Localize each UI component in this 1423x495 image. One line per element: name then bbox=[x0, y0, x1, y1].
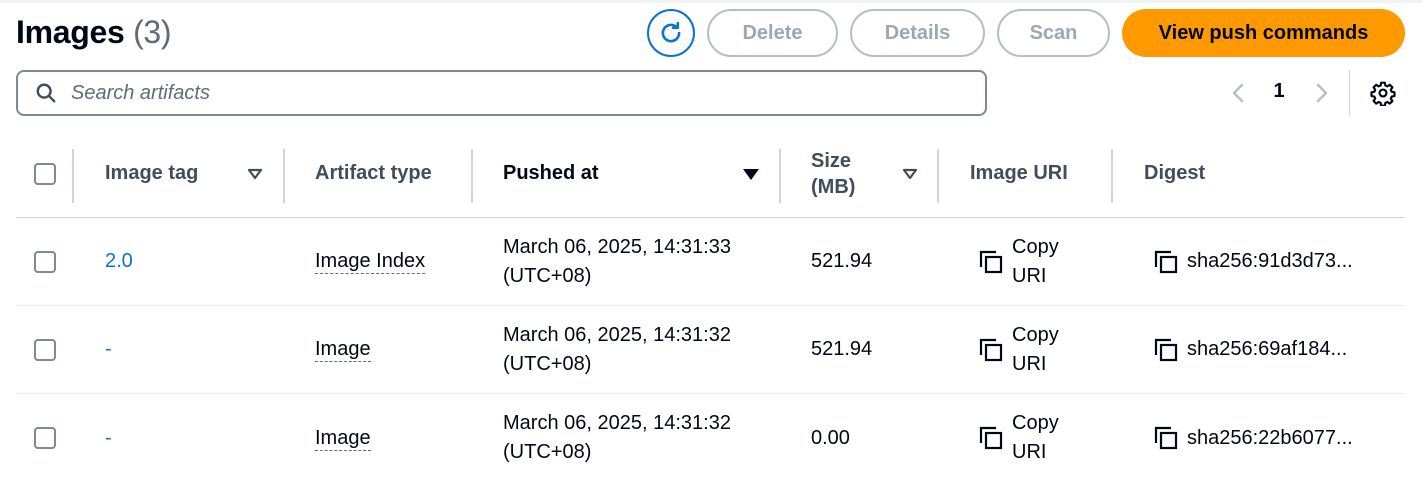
copy-digest-button[interactable]: sha256:91d3d73... bbox=[1153, 247, 1353, 276]
image-count: (3) bbox=[133, 14, 172, 50]
current-page[interactable]: 1 bbox=[1268, 80, 1290, 103]
column-header-image-tag[interactable]: Image tag bbox=[105, 130, 198, 217]
copy-icon bbox=[1154, 338, 1178, 361]
pushed-at-timezone: (UTC+08) bbox=[503, 352, 592, 375]
column-header-pushed-at[interactable]: Pushed at bbox=[503, 130, 599, 217]
copy-icon bbox=[1154, 426, 1178, 450]
column-separator[interactable] bbox=[72, 149, 74, 203]
view-push-commands-button[interactable]: View push commands bbox=[1122, 9, 1405, 57]
copy-uri-button[interactable]: Copy URI bbox=[978, 233, 1059, 291]
column-header-size[interactable]: Size (MB) bbox=[811, 130, 855, 217]
pushed-at-date: March 06, 2025, 14:31:33 bbox=[503, 235, 731, 258]
pushed-at-date: March 06, 2025, 14:31:32 bbox=[503, 323, 731, 346]
column-separator[interactable] bbox=[937, 149, 939, 203]
row-checkbox[interactable] bbox=[34, 427, 56, 449]
refresh-button[interactable] bbox=[647, 9, 695, 57]
copy-icon bbox=[1154, 250, 1178, 273]
images-table: Image tag Artifact type Pushed at Size (… bbox=[16, 130, 1405, 482]
column-header-artifact-type: Artifact type bbox=[315, 162, 432, 184]
sort-descending-icon[interactable] bbox=[742, 168, 760, 181]
artifact-type[interactable]: Image bbox=[315, 426, 371, 451]
select-all-cell bbox=[34, 130, 56, 217]
image-tag-link[interactable]: 2.0 bbox=[105, 218, 133, 305]
select-all-checkbox[interactable] bbox=[34, 162, 56, 185]
copy-icon bbox=[979, 426, 1003, 450]
row-checkbox[interactable] bbox=[34, 250, 56, 273]
copy-uri-button[interactable]: Copy URI bbox=[978, 409, 1059, 467]
search-box[interactable] bbox=[16, 70, 987, 116]
pushed-at-date: March 06, 2025, 14:31:32 bbox=[503, 412, 731, 434]
details-button[interactable]: Details bbox=[850, 9, 985, 57]
copy-uri-label-2: URI bbox=[1012, 264, 1047, 287]
copy-digest-button[interactable]: sha256:69af184... bbox=[1153, 335, 1347, 364]
top-border bbox=[0, 0, 1423, 3]
search-input[interactable] bbox=[71, 81, 951, 105]
copy-icon bbox=[979, 338, 1003, 361]
chevron-left-icon[interactable] bbox=[1228, 82, 1248, 104]
copy-icon bbox=[979, 250, 1003, 273]
column-header-image-uri: Image URI bbox=[970, 162, 1068, 184]
size-value: 521.94 bbox=[811, 250, 873, 272]
artifact-type[interactable]: Image Index bbox=[315, 249, 426, 274]
column-header-digest: Digest bbox=[1144, 162, 1206, 184]
page-title: Images (3) bbox=[16, 14, 172, 51]
sort-caret-icon[interactable] bbox=[902, 168, 918, 180]
refresh-icon bbox=[661, 21, 681, 43]
copy-uri-label-2: URI bbox=[1012, 441, 1047, 463]
table-row: - Image March 06, 2025, 14:31:32 (UTC+08… bbox=[16, 306, 1405, 394]
sort-caret-icon[interactable] bbox=[247, 168, 263, 180]
pushed-at: March 06, 2025, 14:31:32 (UTC+08) bbox=[503, 394, 731, 482]
table-row: 2.0 Image Index March 06, 2025, 14:31:33… bbox=[16, 218, 1405, 306]
copy-uri-button[interactable]: Copy URI bbox=[978, 321, 1059, 379]
scan-button[interactable]: Scan bbox=[997, 9, 1110, 57]
page-title-text: Images bbox=[16, 14, 125, 50]
artifact-type[interactable]: Image bbox=[315, 337, 371, 362]
gear-icon[interactable] bbox=[1370, 80, 1396, 106]
digest-value: sha256:22b6077... bbox=[1187, 426, 1353, 449]
image-tag-link[interactable]: - bbox=[105, 394, 112, 482]
pagination-divider bbox=[1349, 70, 1350, 116]
column-separator[interactable] bbox=[471, 149, 473, 203]
search-icon bbox=[36, 83, 56, 103]
copy-uri-label-2: URI bbox=[1012, 352, 1047, 375]
copy-digest-button[interactable]: sha256:22b6077... bbox=[1153, 424, 1353, 453]
delete-button[interactable]: Delete bbox=[707, 9, 838, 57]
pushed-at-timezone: (UTC+08) bbox=[503, 264, 592, 287]
digest-value: sha256:91d3d73... bbox=[1187, 250, 1353, 272]
copy-uri-label-1: Copy bbox=[1012, 235, 1059, 258]
row-checkbox[interactable] bbox=[34, 338, 56, 361]
column-separator[interactable] bbox=[779, 149, 781, 203]
digest-value: sha256:69af184... bbox=[1187, 338, 1348, 360]
table-row: - Image March 06, 2025, 14:31:32 (UTC+08… bbox=[16, 394, 1405, 482]
size-value: 0.00 bbox=[811, 426, 850, 449]
copy-uri-label-1: Copy bbox=[1012, 323, 1059, 346]
column-separator[interactable] bbox=[1111, 149, 1113, 203]
size-value: 521.94 bbox=[811, 338, 873, 360]
copy-uri-label-1: Copy bbox=[1012, 412, 1059, 434]
chevron-right-icon[interactable] bbox=[1312, 82, 1332, 104]
image-tag-link[interactable]: - bbox=[105, 306, 112, 393]
pushed-at-timezone: (UTC+08) bbox=[503, 441, 592, 463]
pushed-at: March 06, 2025, 14:31:32 (UTC+08) bbox=[503, 306, 731, 393]
pushed-at: March 06, 2025, 14:31:33 (UTC+08) bbox=[503, 218, 731, 305]
column-separator[interactable] bbox=[283, 149, 285, 203]
table-header: Image tag Artifact type Pushed at Size (… bbox=[16, 130, 1405, 218]
